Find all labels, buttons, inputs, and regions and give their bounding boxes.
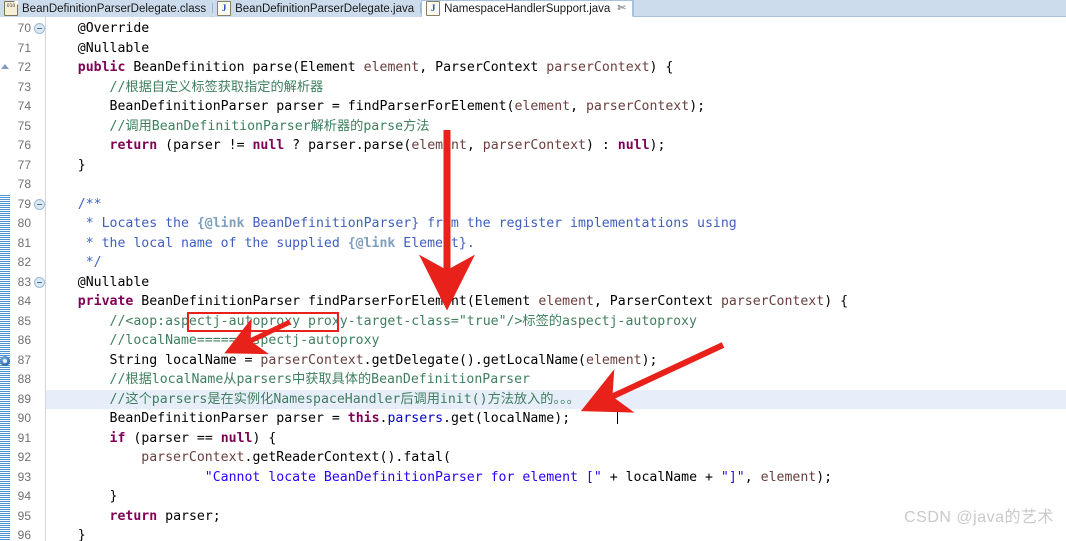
tab-beandefinitionparserdelegate-class[interactable]: BeanDefinitionParserDelegate.class: [0, 0, 213, 17]
class-file-icon: [4, 1, 18, 16]
code-line[interactable]: }: [46, 487, 118, 507]
line-number: 70: [17, 21, 31, 35]
line-number: 81: [17, 235, 31, 250]
tab-namespacehandlersupport-java[interactable]: NamespaceHandlerSupport.java ✄: [421, 0, 633, 17]
java-file-icon: [426, 1, 441, 16]
code-line[interactable]: * Locates the {@link BeanDefinitionParse…: [46, 214, 737, 234]
code-line[interactable]: BeanDefinitionParser parser = findParser…: [46, 97, 706, 117]
code-line[interactable]: */: [46, 253, 102, 273]
code-line[interactable]: //根据localName从parsers中获取具体的BeanDefinitio…: [46, 370, 530, 390]
code-line[interactable]: public BeanDefinition parse(Element elem…: [46, 58, 674, 78]
line-number: 86: [17, 333, 31, 347]
line-number: 76: [17, 138, 31, 152]
code-line[interactable]: BeanDefinitionParser parser = this.parse…: [46, 409, 571, 429]
fold-collapse-icon[interactable]: [34, 198, 45, 210]
line-number: 77: [17, 157, 31, 172]
line-number: 74: [17, 99, 31, 113]
line-number: 89: [17, 391, 31, 406]
code-line[interactable]: //调用BeanDefinitionParser解析器的parse方法: [46, 117, 430, 137]
code-line[interactable]: //localName======aspectj-autoproxy: [46, 331, 380, 351]
code-line[interactable]: private BeanDefinitionParser findParserF…: [46, 292, 848, 312]
line-number: 71: [17, 40, 31, 55]
code-line[interactable]: }: [46, 156, 86, 176]
line-number: 91: [17, 430, 31, 445]
line-number: 93: [17, 469, 31, 484]
code-line[interactable]: parserContext.getReaderContext().fatal(: [46, 448, 451, 468]
line-number: 88: [17, 372, 31, 386]
implements-method-marker-icon: [1, 64, 9, 69]
text-caret: [617, 408, 618, 424]
java-file-icon: [217, 1, 232, 16]
line-number: 94: [17, 489, 31, 503]
tab-label: BeanDefinitionParserDelegate.class: [22, 2, 207, 15]
line-number: 87: [17, 352, 31, 367]
line-number: 95: [17, 508, 31, 523]
line-number: 84: [17, 294, 31, 308]
line-number: 80: [17, 216, 31, 230]
changed-lines-indicator: [0, 194, 10, 541]
tab-beandefinitionparserdelegate-java[interactable]: BeanDefinitionParserDelegate.java: [213, 0, 421, 17]
code-line[interactable]: return parser;: [46, 507, 221, 527]
fold-collapse-icon[interactable]: [34, 23, 45, 34]
line-number: 79: [17, 196, 31, 211]
line-number-gutter: 70 71 72 73 74 75 76 77 78 79 80 81 82 83 84 85 86 87 88 89…: [10, 17, 46, 541]
line-number: 96: [17, 528, 31, 541]
line-number: 73: [17, 79, 31, 94]
code-line[interactable]: * the local name of the supplied {@link …: [46, 234, 475, 254]
code-line[interactable]: @Nullable: [46, 273, 149, 293]
line-number: 90: [17, 411, 31, 425]
code-content[interactable]: @Override @Nullable public BeanDefinitio…: [46, 17, 1066, 541]
code-line[interactable]: if (parser == null) {: [46, 429, 277, 449]
tab-label: BeanDefinitionParserDelegate.java: [235, 2, 415, 15]
code-line[interactable]: String localName = parserContext.getDele…: [46, 351, 658, 371]
tab-bar-empty-area: [632, 0, 1066, 16]
code-line[interactable]: /**: [46, 195, 102, 215]
code-line[interactable]: "Cannot locate BeanDefinitionParser for …: [46, 468, 832, 488]
line-number: 83: [17, 274, 31, 289]
code-line[interactable]: //这个parsers是在实例化NamespaceHandler后调用init(…: [46, 390, 580, 410]
code-editor[interactable]: 70 71 72 73 74 75 76 77 78 79 80 81 82 83 84 85 86 87 88 89…: [0, 17, 1066, 541]
code-line[interactable]: @Nullable: [46, 39, 149, 59]
line-number: 92: [17, 450, 31, 464]
line-number: 82: [17, 255, 31, 269]
annotation-highlight-box: [187, 311, 339, 332]
line-number: 75: [17, 118, 31, 133]
editor-tab-bar: BeanDefinitionParserDelegate.class BeanD…: [0, 0, 1066, 17]
code-line[interactable]: //根据自定义标签获取指定的解析器: [46, 78, 324, 98]
code-line[interactable]: }: [46, 526, 86, 541]
code-line[interactable]: return (parser != null ? parser.parse(el…: [46, 136, 666, 156]
code-line[interactable]: //<aop:aspectj-autoproxy proxy-target-cl…: [46, 312, 697, 332]
csdn-watermark: CSDN @java的艺术: [904, 509, 1054, 526]
breakpoint-marker-icon[interactable]: [0, 355, 10, 366]
fold-collapse-icon[interactable]: [34, 276, 45, 288]
close-icon[interactable]: ✄: [617, 3, 625, 14]
tab-label: NamespaceHandlerSupport.java: [444, 2, 611, 15]
line-number: 85: [17, 313, 31, 328]
code-line[interactable]: @Override: [46, 19, 149, 39]
line-number: 72: [17, 60, 31, 74]
line-number: 78: [17, 177, 31, 191]
